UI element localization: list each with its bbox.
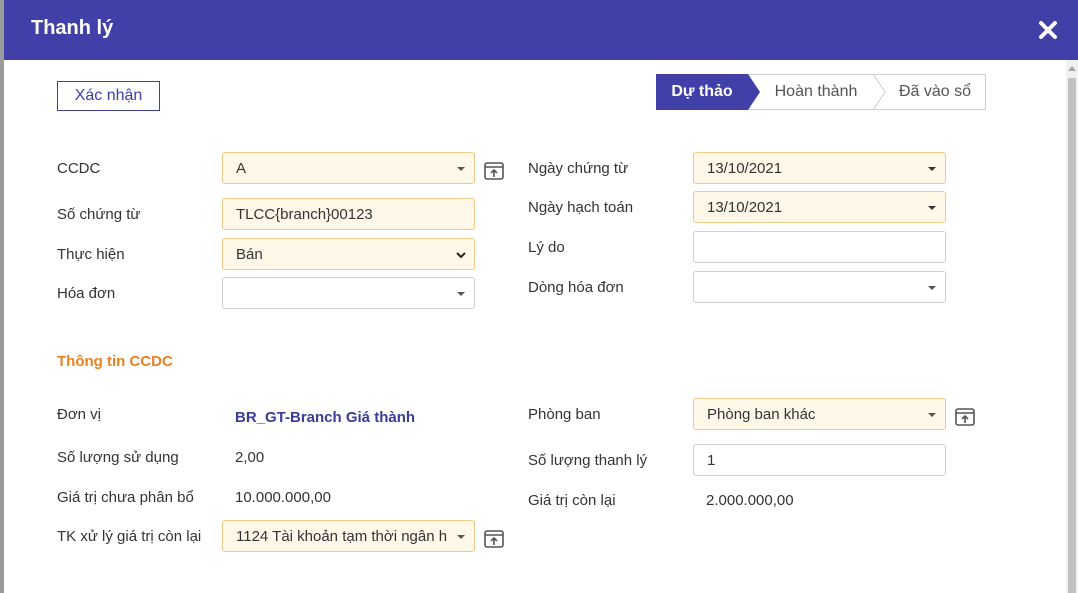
step-completed[interactable]: Hoàn thành (760, 74, 872, 110)
invoice-label: Hóa đơn (57, 285, 116, 302)
department-label: Phòng ban (528, 406, 601, 423)
scrollbar-thumb[interactable] (1068, 78, 1076, 593)
open-external-icon[interactable] (483, 161, 505, 181)
unit-label: Đơn vị (57, 406, 102, 423)
section-title-ccdc-info: Thông tin CCDC (57, 353, 173, 370)
open-external-icon[interactable] (483, 529, 505, 549)
posting-date-label: Ngày hạch toán (528, 199, 634, 216)
close-icon[interactable] (1036, 18, 1060, 42)
scroll-up-arrow-icon[interactable] (1068, 66, 1076, 71)
voucher-date-label: Ngày chứng từ (528, 160, 629, 177)
voucher-date-picker[interactable]: 13/10/2021 (693, 152, 946, 184)
caret-down-icon (457, 167, 465, 171)
residual-account-label: TK xử lý giá trị còn lại (57, 528, 202, 545)
invoice-line-select[interactable] (693, 271, 946, 303)
caret-down-icon (457, 292, 465, 296)
remaining-value-label: Giá trị còn lại (528, 492, 616, 509)
posting-date-value: 13/10/2021 (707, 198, 783, 216)
ccdc-value: A (236, 159, 247, 177)
caret-down-icon (928, 167, 936, 171)
ccdc-select[interactable]: A (222, 152, 475, 184)
step-separator (872, 74, 886, 110)
invoice-select[interactable] (222, 277, 475, 309)
unit-link[interactable]: BR_GT-Branch Giá thành (235, 409, 415, 426)
used-quantity-value: 2,00 (235, 449, 265, 466)
liquidation-quantity-label: Số lượng thanh lý (528, 452, 648, 469)
caret-down-icon (928, 413, 936, 417)
confirm-button[interactable]: Xác nhận (57, 81, 160, 111)
voucher-date-value: 13/10/2021 (707, 159, 783, 177)
posting-date-picker[interactable]: 13/10/2021 (693, 191, 946, 223)
dialog-title: Thanh lý (31, 17, 114, 39)
residual-account-value: 1124 Tài khoản tạm thời ngân h (236, 527, 448, 545)
voucher-number-value: TLCC{branch}00123 (236, 205, 373, 223)
used-quantity-label: Số lượng sử dụng (57, 449, 179, 466)
reason-label: Lý do (528, 239, 565, 256)
vertical-scrollbar[interactable] (1066, 60, 1078, 593)
department-select[interactable]: Phòng ban khác (693, 398, 946, 430)
residual-account-select[interactable]: 1124 Tài khoản tạm thời ngân h (222, 520, 475, 552)
action-type-label: Thực hiện (57, 246, 125, 263)
unallocated-value-label: Giá trị chưa phân bổ (57, 489, 194, 506)
caret-down-icon (928, 286, 936, 290)
department-value: Phòng ban khác (707, 405, 816, 423)
liquidation-dialog: Thanh lý Xác nhận Dự thảo Hoàn thành Đã … (4, 0, 1078, 593)
action-type-value: Bán (236, 245, 263, 263)
chevron-down-icon (456, 252, 466, 259)
open-external-icon[interactable] (954, 407, 976, 427)
voucher-number-input[interactable]: TLCC{branch}00123 (222, 198, 475, 230)
invoice-line-label: Dòng hóa đơn (528, 279, 624, 296)
reason-input[interactable] (693, 231, 946, 263)
caret-down-icon (928, 206, 936, 210)
unallocated-value: 10.000.000,00 (235, 489, 331, 506)
liquidation-quantity-input[interactable]: 1 (693, 444, 946, 476)
liquidation-quantity-value: 1 (707, 451, 716, 469)
caret-down-icon (457, 535, 465, 539)
step-draft[interactable]: Dự thảo (656, 74, 748, 110)
step-arrow (748, 74, 760, 110)
remaining-value: 2.000.000,00 (706, 492, 794, 509)
action-type-select[interactable]: Bán (222, 238, 475, 270)
dialog-header: Thanh lý (4, 0, 1078, 60)
step-posted[interactable]: Đã vào sổ (888, 74, 982, 110)
ccdc-label: CCDC (57, 160, 101, 177)
voucher-number-label: Số chứng từ (57, 206, 141, 223)
